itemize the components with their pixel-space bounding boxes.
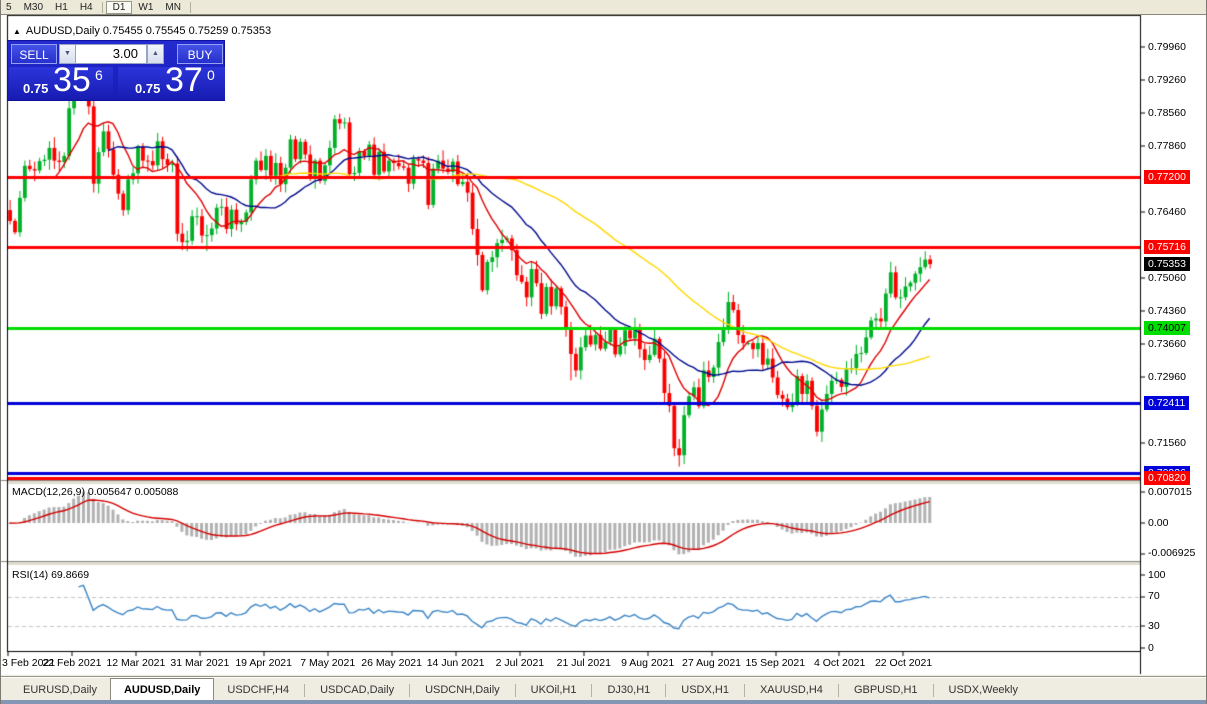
chart-tab-usdcad[interactable]: USDCAD,Daily bbox=[307, 680, 407, 701]
period-button-h4[interactable]: H4 bbox=[74, 1, 99, 14]
period-button-mn[interactable]: MN bbox=[159, 1, 187, 14]
price-axis-label: 0.73660 bbox=[1148, 337, 1186, 350]
chart-tab-usdx[interactable]: USDX,Weekly bbox=[936, 680, 1031, 701]
period-button-h1[interactable]: H1 bbox=[49, 1, 74, 14]
current-price-badge: 0.75353 bbox=[1144, 257, 1190, 272]
macd-axis-label: -0.006925 bbox=[1148, 547, 1196, 560]
level-price-badge: 0.72411 bbox=[1144, 395, 1190, 410]
chart-tab-gbpusd[interactable]: GBPUSD,H1 bbox=[841, 680, 931, 701]
chart-tab-eurusd[interactable]: EURUSD,Daily bbox=[10, 680, 110, 701]
chart-tab-ukoil[interactable]: UKOil,H1 bbox=[518, 680, 590, 701]
trade-panel-row: SELL ▼ 3.00 ▲ BUY bbox=[8, 41, 224, 66]
volume-increase-button[interactable]: ▲ bbox=[147, 44, 164, 64]
tab-separator bbox=[304, 684, 306, 697]
price-chart-canvas[interactable] bbox=[0, 0, 1207, 704]
date-axis-label: 7 May 2021 bbox=[300, 657, 356, 669]
level-price-badge: 0.77200 bbox=[1144, 170, 1190, 185]
rsi-indicator-label: RSI(14) 69.8669 bbox=[12, 569, 90, 581]
sell-price-prefix: 0.75 bbox=[23, 81, 49, 96]
price-axis-label: 0.74360 bbox=[1148, 304, 1186, 317]
chart-tab-bar: EURUSD,Daily AUDUSD,Daily USDCHF,H4 USDCAD,… bbox=[0, 676, 1207, 701]
date-axis-label: 4 Oct 2021 bbox=[813, 657, 866, 669]
macd-indicator-label: MACD(12,26,9) 0.005647 0.005088 bbox=[12, 486, 179, 498]
date-axis-label: 19 Apr 2021 bbox=[235, 657, 292, 669]
chart-tab-audusd[interactable]: AUDUSD,Daily bbox=[109, 678, 215, 701]
volume-input[interactable]: 3.00 bbox=[75, 44, 147, 64]
tab-separator bbox=[514, 684, 516, 697]
date-axis-label: 15 Sep 2021 bbox=[745, 657, 806, 669]
macd-axis-label: 0.007015 bbox=[1148, 485, 1192, 498]
buy-price-big: 37 bbox=[165, 67, 203, 99]
date-axis-label: 14 Jun 2021 bbox=[426, 657, 485, 669]
tab-separator bbox=[932, 684, 934, 697]
chart-tab-usdcnh[interactable]: USDCNH,Daily bbox=[412, 680, 513, 701]
window-bottom-border bbox=[0, 700, 1207, 704]
date-axis-label: 21 Jul 2021 bbox=[556, 657, 611, 669]
date-axis-label: 2 Jul 2021 bbox=[495, 657, 545, 669]
buy-price-pip: 0 bbox=[207, 67, 215, 83]
tab-separator bbox=[665, 684, 667, 697]
price-axis-label: 0.71560 bbox=[1148, 436, 1186, 449]
period-button-5[interactable]: 5 bbox=[0, 1, 18, 14]
date-axis-label: 27 Aug 2021 bbox=[682, 657, 742, 669]
price-axis-label: 0.76460 bbox=[1148, 205, 1186, 218]
price-axis-label: 0.79260 bbox=[1148, 73, 1186, 86]
toolbar-separator bbox=[189, 1, 191, 13]
level-price-badge: 0.75716 bbox=[1144, 240, 1190, 255]
date-axis-label: 9 Aug 2021 bbox=[621, 657, 675, 669]
period-toolbar: 5 M30 H1 H4 D1 W1 MN bbox=[0, 0, 1207, 15]
sell-button[interactable]: SELL bbox=[11, 44, 57, 64]
chart-tab-usdchf[interactable]: USDCHF,H4 bbox=[214, 680, 302, 701]
price-axis-label: 0.78560 bbox=[1148, 106, 1186, 119]
tab-separator bbox=[837, 684, 839, 697]
price-axis-label: 0.72960 bbox=[1148, 370, 1186, 383]
period-button-d1[interactable]: D1 bbox=[105, 0, 133, 14]
chart-tab-xauusd[interactable]: XAUUSD,H4 bbox=[747, 680, 836, 701]
toolbar-separator bbox=[101, 1, 103, 13]
tab-separator bbox=[409, 684, 411, 697]
chart-title-text: AUDUSD,Daily 0.75455 0.75545 0.75259 0.7… bbox=[25, 25, 272, 37]
sell-price-big: 35 bbox=[53, 67, 91, 99]
rsi-axis-label: 100 bbox=[1148, 568, 1166, 581]
period-button-m30[interactable]: M30 bbox=[18, 1, 49, 14]
sell-price-display[interactable]: 0.75 35 6 bbox=[9, 67, 113, 100]
rsi-axis-label: 0 bbox=[1148, 641, 1154, 654]
chart-tab-usdx[interactable]: USDX,H1 bbox=[668, 680, 742, 701]
one-click-trading-panel: SELL ▼ 3.00 ▲ BUY 0.75 35 6 0.75 37 0 bbox=[7, 40, 225, 101]
price-axis-label: 0.75060 bbox=[1148, 271, 1186, 284]
rsi-axis-label: 30 bbox=[1148, 619, 1160, 632]
date-axis-label: 31 Mar 2021 bbox=[170, 657, 230, 669]
price-axis-label: 0.77860 bbox=[1148, 139, 1186, 152]
macd-axis-label: 0.00 bbox=[1148, 516, 1169, 529]
collapse-icon[interactable]: ▲ bbox=[13, 27, 21, 36]
rsi-axis-label: 70 bbox=[1148, 590, 1160, 603]
chart-title: ▲ AUDUSD,Daily 0.75455 0.75545 0.75259 0.… bbox=[13, 25, 271, 37]
window-left-border bbox=[0, 0, 1, 704]
date-axis-label: 22 Feb 2021 bbox=[42, 657, 102, 669]
buy-price-prefix: 0.75 bbox=[135, 81, 161, 96]
date-axis-label: 26 May 2021 bbox=[361, 657, 422, 669]
date-axis-label: 22 Oct 2021 bbox=[874, 657, 933, 669]
buy-price-display[interactable]: 0.75 37 0 bbox=[118, 67, 225, 100]
volume-decrease-button[interactable]: ▼ bbox=[59, 44, 76, 64]
buy-button[interactable]: BUY bbox=[177, 44, 223, 64]
price-axis-label: 0.79960 bbox=[1148, 40, 1186, 53]
terminal-window: 5 M30 H1 H4 D1 W1 MN ▲ AUDUSD,Daily 0.75455 0.7… bbox=[0, 0, 1207, 704]
sell-price-pip: 6 bbox=[95, 67, 103, 83]
date-axis-label: 12 Mar 2021 bbox=[106, 657, 166, 669]
tab-separator bbox=[743, 684, 745, 697]
level-price-badge: 0.70820 bbox=[1144, 470, 1190, 485]
chart-tab-dj30[interactable]: DJ30,H1 bbox=[594, 680, 663, 701]
level-price-badge: 0.74007 bbox=[1144, 320, 1190, 335]
period-button-w1[interactable]: W1 bbox=[132, 1, 159, 14]
tab-separator bbox=[591, 684, 593, 697]
